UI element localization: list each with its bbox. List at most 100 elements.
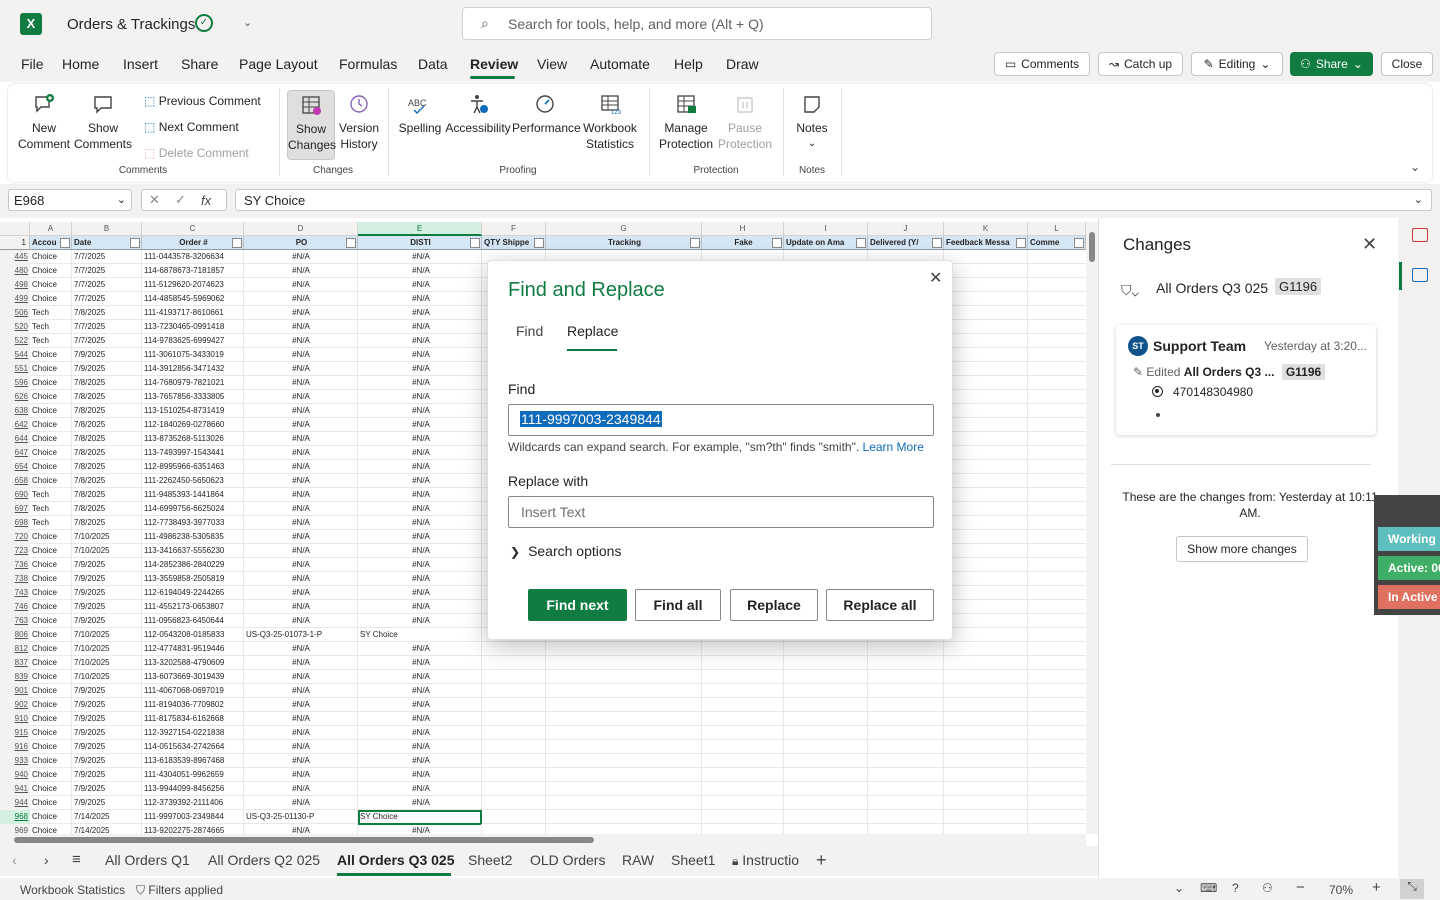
change-card[interactable]: ST Support Team Yesterday at 3:20... ✎ E… (1116, 325, 1376, 435)
cell-order[interactable]: 113-9944099-8456256 (144, 782, 244, 796)
working-tag[interactable]: Working (1378, 527, 1440, 551)
cell-account[interactable]: Choice (32, 544, 72, 558)
cell-po[interactable]: #N/A (244, 446, 358, 460)
cell-order[interactable]: 112-1840269-0278660 (144, 418, 244, 432)
menu-review[interactable]: Review (470, 56, 518, 72)
chevron-down-icon[interactable]: ⌄ (1174, 881, 1184, 895)
cell-disti[interactable]: #N/A (360, 642, 482, 656)
filter-dropdown-icon[interactable] (690, 238, 700, 248)
row-number[interactable]: 940 (0, 768, 30, 782)
cell-date[interactable]: 7/8/2025 (74, 474, 142, 488)
cell-order[interactable]: 112-3739392-2111406 (144, 796, 244, 810)
cell-disti[interactable]: #N/A (360, 320, 482, 334)
cell-disti[interactable]: #N/A (360, 614, 482, 628)
column-header-a[interactable]: A (30, 222, 72, 236)
column-header-h[interactable]: H (702, 222, 784, 236)
row-number[interactable]: 445 (0, 250, 30, 264)
accessibility-button[interactable]: Accessibility (444, 92, 512, 136)
cell-account[interactable]: Choice (32, 292, 72, 306)
cell-order[interactable]: 112-7738493-3977033 (144, 516, 244, 530)
workbook-statistics-button[interactable]: 123 Workbook Statistics (580, 92, 640, 152)
cell-disti[interactable]: #N/A (360, 768, 482, 782)
learn-more-link[interactable]: Learn More (863, 440, 924, 454)
scroll-thumb[interactable] (1089, 232, 1095, 262)
cell-disti[interactable]: #N/A (360, 796, 482, 810)
cell-order[interactable]: 113-8735268-5113026 (144, 432, 244, 446)
menu-draw[interactable]: Draw (726, 56, 759, 72)
cell-account[interactable]: Choice (32, 390, 72, 404)
cell-date[interactable]: 7/8/2025 (74, 446, 142, 460)
cell-disti[interactable]: #N/A (360, 306, 482, 320)
cell-disti[interactable]: #N/A (360, 390, 482, 404)
row-number[interactable]: 626 (0, 390, 30, 404)
cell-po[interactable]: #N/A (244, 306, 358, 320)
cell-date[interactable]: 7/9/2025 (74, 586, 142, 600)
row-number[interactable]: 910 (0, 712, 30, 726)
cell-order[interactable]: 111-4193717-8610661 (144, 306, 244, 320)
cell-account[interactable]: Choice (32, 418, 72, 432)
find-all-button[interactable]: Find all (635, 589, 721, 621)
cell-disti[interactable]: #N/A (360, 446, 482, 460)
cell-po[interactable]: #N/A (244, 712, 358, 726)
cell-order[interactable]: 112-3927154-0221838 (144, 726, 244, 740)
cell-order[interactable]: 111-4552173-0653807 (144, 600, 244, 614)
cell-account[interactable]: Choice (32, 432, 72, 446)
formula-input[interactable]: SY Choice ⌄ (235, 189, 1432, 211)
cell-account[interactable]: Choice (32, 824, 72, 834)
cell-date[interactable]: 7/9/2025 (74, 712, 142, 726)
pause-protection-button[interactable]: Pause Protection (716, 92, 774, 152)
cell-account[interactable]: Choice (32, 362, 72, 376)
replace-all-button[interactable]: Replace all (826, 589, 934, 621)
cell-account[interactable]: Tech (32, 502, 72, 516)
cell-order[interactable]: 111-9997003-2349844 (144, 810, 244, 824)
row-number[interactable]: 697 (0, 502, 30, 516)
row-number[interactable]: 498 (0, 278, 30, 292)
menu-home[interactable]: Home (62, 56, 99, 72)
cell-po[interactable]: #N/A (244, 362, 358, 376)
row-header-1[interactable]: 1 (0, 236, 30, 250)
cell-order[interactable]: 112-0543208-0185833 (144, 628, 244, 642)
table-header-cell[interactable]: QTY Shippe (482, 236, 546, 250)
help-icon[interactable]: ? (1232, 881, 1239, 895)
row-number[interactable]: 969 (0, 824, 30, 834)
cell-disti[interactable]: #N/A (360, 418, 482, 432)
cell-po[interactable]: #N/A (244, 404, 358, 418)
row-number[interactable]: 839 (0, 670, 30, 684)
cell-disti[interactable]: #N/A (360, 278, 482, 292)
cell-po[interactable]: #N/A (244, 600, 358, 614)
sheet-tab-instructions[interactable]: 🔒︎ Instructio (732, 852, 808, 869)
chevron-down-icon[interactable]: ⌄ (243, 16, 252, 29)
cell-account[interactable]: Choice (32, 404, 72, 418)
cell-po[interactable]: #N/A (244, 348, 358, 362)
workbook-stats-pane-icon[interactable] (1412, 268, 1428, 282)
table-header-cell[interactable]: Comme (1028, 236, 1086, 250)
cell-order[interactable]: 114-2852386-2840229 (144, 558, 244, 572)
cell-date[interactable]: 7/7/2025 (74, 292, 142, 306)
table-header-cell[interactable]: Update on Ama (784, 236, 868, 250)
cell-date[interactable]: 7/9/2025 (74, 600, 142, 614)
cell-order[interactable]: 111-5129620-2074623 (144, 278, 244, 292)
table-header-cell[interactable]: Feedback Messa (944, 236, 1028, 250)
cell-account[interactable]: Choice (32, 712, 72, 726)
cell-date[interactable]: 7/9/2025 (74, 782, 142, 796)
cell-order[interactable]: 114-4858545-5969062 (144, 292, 244, 306)
menu-page-layout[interactable]: Page Layout (239, 56, 318, 72)
cell-date[interactable]: 7/9/2025 (74, 684, 142, 698)
cell-disti[interactable]: #N/A (360, 782, 482, 796)
cell-order[interactable]: 113-1510254-8731419 (144, 404, 244, 418)
cell-disti[interactable]: #N/A (360, 348, 482, 362)
cell-disti[interactable]: #N/A (360, 558, 482, 572)
cell-account[interactable]: Choice (32, 586, 72, 600)
row-number[interactable]: 544 (0, 348, 30, 362)
cell-account[interactable]: Choice (32, 810, 72, 824)
filter-dropdown-icon[interactable] (130, 238, 140, 248)
row-number[interactable]: 638 (0, 404, 30, 418)
horizontal-scrollbar[interactable] (0, 834, 1086, 846)
menu-view[interactable]: View (537, 56, 567, 72)
cell-po[interactable]: #N/A (244, 278, 358, 292)
cell-disti[interactable]: #N/A (360, 572, 482, 586)
cell-disti[interactable]: #N/A (360, 740, 482, 754)
cell-date[interactable]: 7/9/2025 (74, 558, 142, 572)
cell-disti[interactable]: #N/A (360, 656, 482, 670)
all-sheets-icon[interactable]: ≡ (72, 851, 81, 868)
